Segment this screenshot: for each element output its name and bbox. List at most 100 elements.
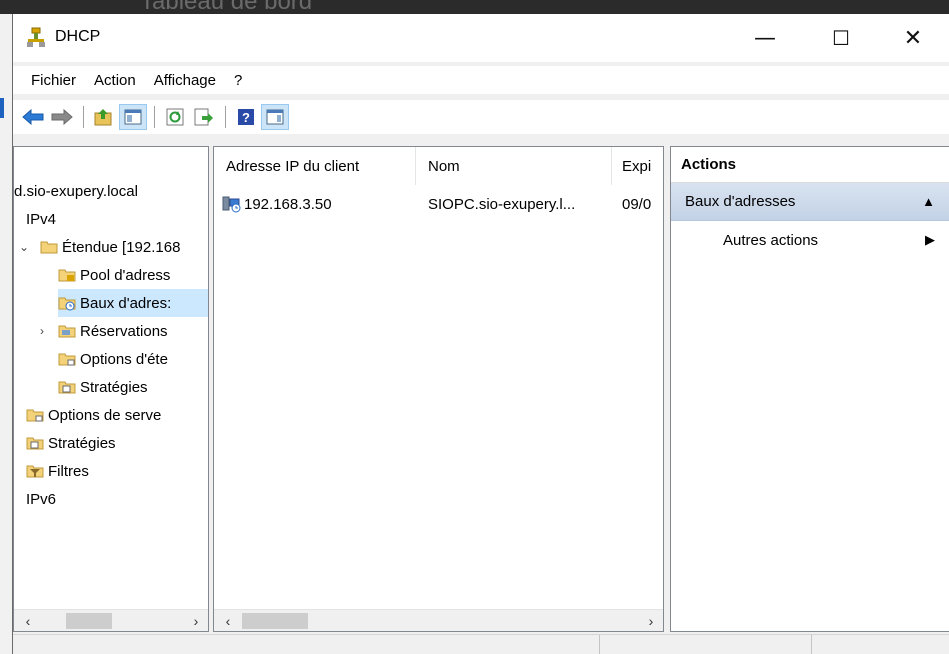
scroll-left-icon[interactable]: ‹ — [220, 613, 236, 629]
show-hide-tree-button[interactable] — [119, 104, 147, 130]
tree-ipv4-label: IPv4 — [26, 210, 57, 228]
show-hide-action-pane-button[interactable] — [261, 104, 289, 130]
ipv4-icon — [13, 211, 22, 227]
menu-help[interactable]: ? — [232, 72, 250, 89]
scrollbar-thumb[interactable] — [242, 613, 308, 629]
tree-scope-label: Étendue [192.168 — [62, 238, 181, 256]
tree-horizontal-scrollbar[interactable]: ‹ › — [14, 609, 208, 631]
export-list-icon — [194, 108, 213, 126]
up-one-level-button[interactable] — [90, 104, 118, 130]
results-pane: Adresse IP du client Nom Expi 192.168.3.… — [213, 146, 664, 632]
tree-scope-options-label: Options d'éte — [80, 350, 168, 368]
address-leases-icon — [58, 297, 76, 311]
policies-icon — [26, 437, 44, 450]
actions-header: Actions — [671, 147, 949, 183]
tree-ipv4[interactable]: IPv4 — [13, 205, 57, 233]
filters-icon — [26, 465, 44, 478]
toolbar: ? — [13, 100, 949, 134]
tree-address-leases[interactable]: Baux d'adres: — [58, 289, 208, 317]
dhcp-window: DHCP — ☐ ✕ Fichier Action Affichage ? ? … — [12, 14, 949, 654]
toolbar-separator — [225, 106, 226, 128]
help-button[interactable]: ? — [232, 104, 260, 130]
status-bar — [13, 634, 949, 654]
lease-expiry-cell: 09/0 — [622, 191, 651, 217]
close-button[interactable]: ✕ — [883, 14, 943, 62]
console-tree: d.sio-exupery.local IPv4 ⌄ Étendue [192.… — [13, 146, 209, 632]
scope-options-icon — [58, 353, 76, 366]
tree-server[interactable]: d.sio-exupery.local — [14, 177, 138, 205]
show-hide-tree-icon — [124, 109, 142, 125]
policies-icon — [58, 381, 76, 394]
minimize-button[interactable]: — — [735, 14, 795, 62]
back-button[interactable] — [19, 104, 47, 130]
actions-pane: Actions Baux d'adresses ▲ Autres actions… — [670, 146, 949, 632]
lease-name-cell: SIOPC.sio-exupery.l... — [428, 191, 575, 217]
maximize-button[interactable]: ☐ — [811, 14, 871, 62]
results-horizontal-scrollbar[interactable]: ‹ › — [214, 609, 663, 631]
reservations-icon — [58, 325, 76, 338]
tree-ipv6[interactable]: IPv6 — [13, 485, 57, 513]
other-actions-item[interactable]: Autres actions ▶ — [671, 225, 949, 255]
svg-text:?: ? — [242, 110, 250, 125]
tree-scope[interactable]: ⌄ Étendue [192.168 — [18, 233, 180, 261]
tree-policies[interactable]: Stratégies — [26, 429, 116, 457]
folder-icon — [40, 241, 58, 254]
menu-affichage[interactable]: Affichage — [152, 72, 224, 89]
refresh-button[interactable] — [161, 104, 189, 130]
tree-policies-label: Stratégies — [48, 434, 116, 452]
column-header-client-ip[interactable]: Adresse IP du client — [214, 147, 416, 185]
server-options-icon — [26, 409, 44, 422]
ipv6-icon — [13, 491, 22, 507]
status-cell — [811, 635, 949, 654]
tree-server-options[interactable]: Options de serve — [26, 401, 161, 429]
lease-client-name: SIOPC.sio-exupery.l... — [428, 195, 576, 213]
lease-computer-icon — [222, 196, 241, 213]
tree-ipv6-label: IPv6 — [26, 490, 57, 508]
tree-server-label: d.sio-exupery.local — [14, 182, 138, 200]
scroll-right-icon[interactable]: › — [188, 613, 204, 629]
title-bar: DHCP — ☐ ✕ — [13, 14, 949, 62]
column-header-expiry[interactable]: Expi — [612, 147, 663, 185]
forward-button[interactable] — [48, 104, 76, 130]
address-pool-icon — [58, 269, 76, 282]
collapse-icon[interactable]: ⌄ — [18, 240, 30, 254]
up-folder-icon — [94, 109, 112, 126]
export-list-button[interactable] — [190, 104, 218, 130]
column-header-name[interactable]: Nom — [416, 147, 612, 185]
scrollbar-thumb[interactable] — [66, 613, 112, 629]
scroll-left-icon[interactable]: ‹ — [20, 613, 36, 629]
tree-scope-policies-label: Stratégies — [80, 378, 148, 396]
background-accent — [0, 98, 4, 118]
toolbar-separator — [154, 106, 155, 128]
window-title: DHCP — [55, 28, 101, 45]
submenu-arrow-icon: ▶ — [925, 232, 935, 247]
scroll-right-icon[interactable]: › — [643, 613, 659, 629]
tree-pool-label: Pool d'adress — [80, 266, 171, 284]
menu-fichier[interactable]: Fichier — [29, 72, 84, 89]
actions-section-address-leases[interactable]: Baux d'adresses ▲ — [671, 183, 949, 221]
tree-scope-options[interactable]: Options d'éte — [58, 345, 168, 373]
tree-filters-label: Filtres — [48, 462, 89, 480]
dhcp-app-icon — [27, 27, 45, 47]
tree-reservations[interactable]: › Réservations — [36, 317, 168, 345]
refresh-icon — [166, 108, 184, 126]
tree-scope-policies[interactable]: Stratégies — [58, 373, 148, 401]
tree-address-pool[interactable]: Pool d'adress — [58, 261, 170, 289]
show-hide-action-pane-icon — [266, 109, 284, 125]
background-strip: Tableau de bord — [0, 0, 949, 15]
menu-action[interactable]: Action — [92, 72, 144, 89]
menu-bar: Fichier Action Affichage ? — [13, 66, 949, 94]
back-arrow-icon — [22, 109, 44, 125]
table-row[interactable]: 192.168.3.50 — [222, 191, 332, 217]
lease-client-ip: 192.168.3.50 — [244, 195, 332, 213]
tree-filters[interactable]: Filtres — [26, 457, 89, 485]
status-cell — [599, 635, 811, 654]
lease-expiry: 09/0 — [622, 195, 652, 213]
other-actions-label: Autres actions — [723, 231, 819, 249]
tree-leases-label: Baux d'adres: — [80, 294, 172, 312]
tree-server-options-label: Options de serve — [48, 406, 162, 424]
expand-icon[interactable]: › — [36, 324, 48, 338]
help-icon: ? — [238, 109, 254, 125]
collapse-up-icon[interactable]: ▲ — [922, 194, 935, 209]
toolbar-separator — [83, 106, 84, 128]
